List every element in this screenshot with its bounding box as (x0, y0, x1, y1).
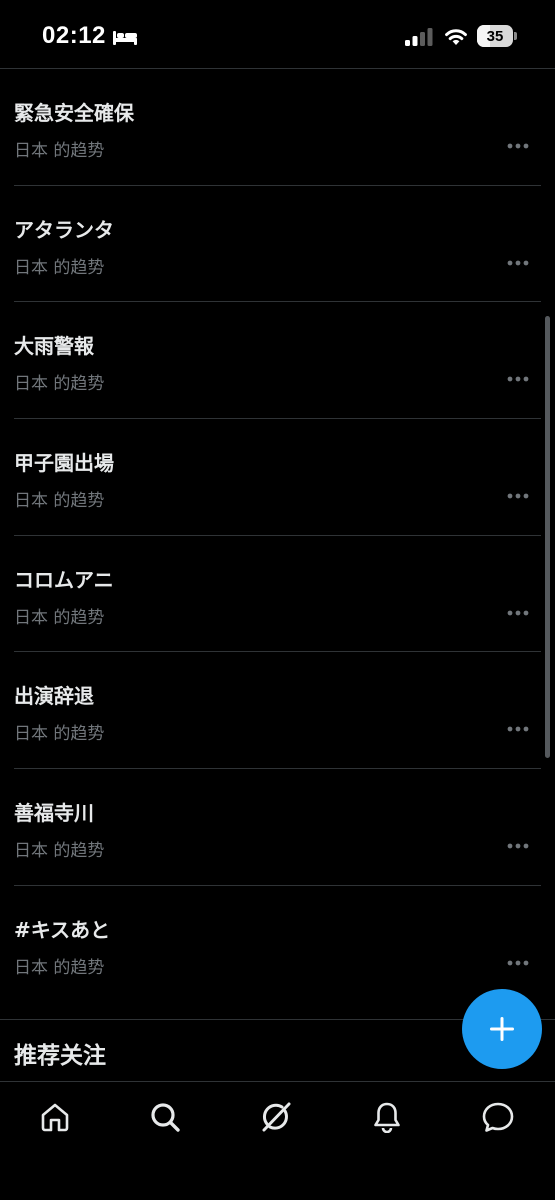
trend-subtitle: 日本 的趋势 (14, 491, 105, 512)
compose-post-button[interactable] (462, 989, 542, 1069)
battery-level: 35 (486, 27, 504, 45)
trend-subtitle: 日本 的趋势 (14, 957, 105, 978)
trend-title: 緊急安全確保 (14, 101, 134, 125)
trend-item[interactable]: 善福寺川 日本 的趋势 (0, 769, 555, 886)
status-bar: 02:12 35 (0, 0, 555, 68)
more-options-icon[interactable] (507, 143, 529, 149)
more-options-icon[interactable] (507, 843, 529, 849)
bottom-nav (0, 1082, 555, 1200)
bed-icon (113, 31, 137, 45)
trend-item[interactable]: 出演辞退 日本 的趋势 (0, 652, 555, 770)
trend-title: アタランタ (14, 217, 114, 242)
nav-messages-button[interactable] (478, 1097, 518, 1137)
trend-item[interactable]: 大雨警報 日本 的趋势 (0, 302, 555, 420)
nav-notifications-button[interactable] (367, 1097, 407, 1137)
plus-icon (490, 1017, 514, 1041)
trend-item[interactable]: コロムアニ 日本 的趋势 (0, 536, 555, 653)
search-icon (151, 1103, 180, 1132)
trend-subtitle: 日本 的趋势 (14, 141, 105, 161)
nav-grok-button[interactable] (256, 1097, 296, 1137)
trend-title: コロムアニ (14, 567, 114, 592)
notifications-bell-icon (374, 1102, 400, 1133)
more-options-icon[interactable] (507, 260, 529, 266)
trend-title: 出演辞退 (14, 684, 94, 709)
more-options-icon[interactable] (507, 726, 529, 732)
trend-item[interactable]: 甲子園出場 日本 的趋势 (0, 419, 555, 536)
battery-icon: 35 (477, 25, 517, 47)
nav-home-button[interactable] (35, 1097, 75, 1137)
trend-list: 緊急安全確保 日本 的趋势 アタランタ 日本 的趋势 大雨警報 日本 的趋势 甲… (0, 69, 555, 1003)
trend-item[interactable]: #キスあと 日本 的趋势 (0, 886, 555, 1003)
status-time: 02:12 (42, 22, 106, 49)
trend-title: 甲子園出場 (14, 451, 114, 476)
grok-icon (262, 1102, 291, 1132)
trend-item[interactable]: アタランタ 日本 的趋势 (0, 186, 555, 303)
trend-subtitle: 日本 的趋势 (14, 724, 105, 745)
trend-title: #キスあと (14, 917, 111, 942)
who-to-follow-title: 推荐关注 (14, 1043, 106, 1069)
trend-title: 大雨警報 (14, 334, 94, 359)
trend-title: 善福寺川 (14, 801, 94, 826)
nav-search-button[interactable] (145, 1097, 185, 1137)
trend-subtitle: 日本 的趋势 (14, 607, 105, 628)
home-icon (41, 1103, 69, 1132)
more-options-icon[interactable] (507, 610, 529, 616)
messages-icon (482, 1102, 514, 1132)
cellular-signal-icon (405, 28, 433, 46)
more-options-icon[interactable] (507, 376, 529, 382)
trend-subtitle: 日本 的趋势 (14, 374, 105, 395)
explore-trending-screen: 02:12 35 緊急安全確保 日本 的趋势 アタランタ 日本 的趋势 大雨警報… (0, 0, 555, 1200)
scrollbar[interactable] (545, 316, 550, 758)
more-options-icon[interactable] (507, 960, 529, 966)
wifi-icon (445, 29, 467, 45)
trend-subtitle: 日本 的趋势 (14, 841, 105, 862)
more-options-icon[interactable] (507, 493, 529, 499)
trend-subtitle: 日本 的趋势 (14, 257, 105, 278)
trend-item[interactable]: 緊急安全確保 日本 的趋势 (0, 69, 555, 186)
